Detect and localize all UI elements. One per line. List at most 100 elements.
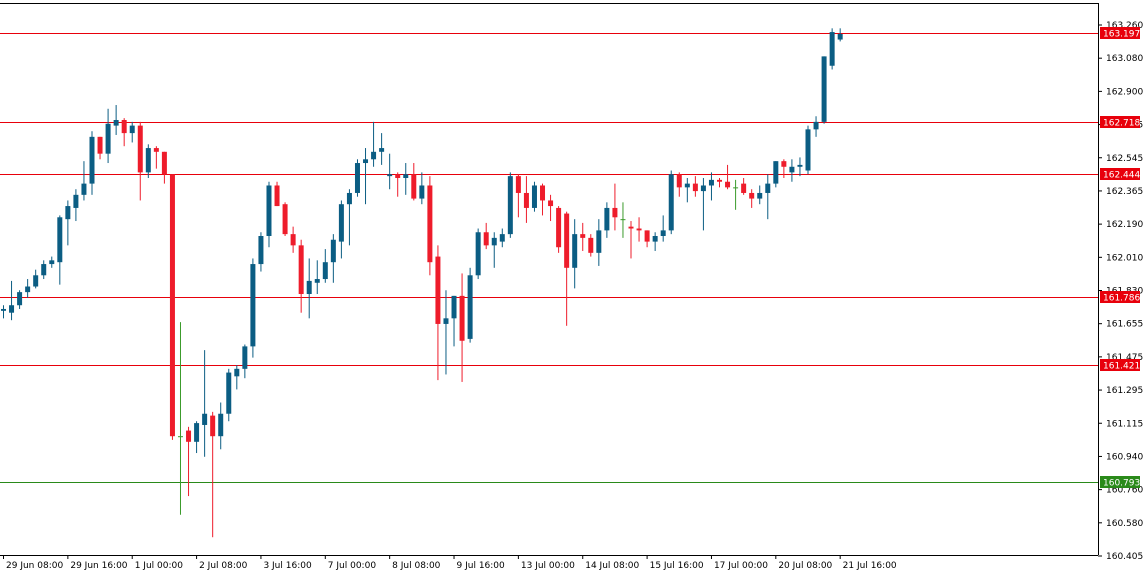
candle-body	[676, 174, 682, 188]
candle-body	[475, 232, 481, 276]
candle-body	[266, 185, 272, 236]
candle-body	[73, 194, 79, 208]
candle	[829, 28, 835, 70]
candle	[556, 206, 562, 253]
level-price-tag-label: 160.793	[1103, 479, 1140, 489]
candle-body	[25, 286, 31, 293]
candle-body	[821, 56, 827, 122]
candle-body	[515, 176, 521, 193]
time-tick-label: 8 Jul 08:00	[392, 561, 441, 571]
price-tick-label: 162.190	[1106, 220, 1143, 230]
candle	[226, 368, 232, 422]
price-tick-label: 160.580	[1106, 519, 1143, 529]
level-price-tag-label: 162.718	[1103, 119, 1140, 129]
price-tick-label: 162.900	[1106, 87, 1143, 97]
candle-body	[202, 413, 208, 425]
candle	[773, 161, 779, 188]
candle-body	[837, 33, 843, 40]
candle-body	[411, 174, 417, 199]
price-tick-label: 162.010	[1106, 253, 1143, 263]
candle-body	[97, 136, 103, 154]
level-price-tag: 161.421	[1100, 359, 1140, 372]
candle-body	[459, 295, 465, 341]
candle-body	[692, 183, 698, 192]
level-price-tag-label: 161.421	[1103, 362, 1140, 372]
candle-body	[121, 120, 127, 134]
candle	[821, 56, 827, 124]
candle-body	[668, 174, 674, 231]
candle-body	[588, 237, 594, 253]
candle-body	[556, 207, 562, 248]
candle-body	[1, 308, 6, 311]
level-price-tag: 162.718	[1100, 116, 1140, 129]
candle-body	[773, 161, 779, 184]
time-tick-label: 20 Jul 08:00	[778, 561, 832, 571]
candle-body	[612, 207, 618, 218]
level-price-tag: 161.786	[1100, 291, 1140, 304]
candle-body	[467, 275, 473, 339]
candle-body	[57, 217, 63, 263]
candle-body	[499, 234, 505, 242]
candle-body	[387, 174, 393, 177]
candle-body	[733, 187, 739, 189]
candle-body	[507, 176, 513, 235]
time-tick-label: 29 Jun 16:00	[70, 561, 127, 571]
candle-body	[322, 262, 328, 280]
candle-body	[234, 368, 240, 377]
candle-body	[354, 163, 360, 193]
price-tick-label: 161.115	[1106, 419, 1143, 429]
time-tick-label: 15 Jul 16:00	[650, 561, 704, 571]
time-tick-label: 29 Jun 08:00	[6, 561, 63, 571]
candle-body	[314, 279, 320, 283]
candle	[475, 228, 481, 280]
level-price-tag-label: 161.786	[1103, 294, 1140, 304]
candle-body	[49, 260, 55, 265]
candle-body	[620, 219, 626, 221]
candle	[507, 172, 513, 238]
candle-body	[717, 179, 723, 182]
candle-body	[749, 192, 755, 199]
candle-body	[741, 183, 747, 193]
candle-body	[483, 232, 489, 246]
candle-body	[580, 234, 586, 238]
price-tick-label: 162.545	[1106, 154, 1143, 164]
level-price-tag: 163.197	[1100, 27, 1140, 40]
candle-body	[41, 264, 47, 276]
time-tick-label: 21 Jul 16:00	[843, 561, 897, 571]
candle-body	[363, 159, 369, 164]
candle-body	[113, 120, 119, 126]
candle-body	[274, 185, 280, 207]
candle-body	[491, 237, 497, 246]
candle-body	[306, 280, 312, 294]
candle	[354, 159, 360, 197]
candle-body	[725, 181, 731, 188]
candle-body	[338, 204, 344, 242]
candle-body	[684, 183, 690, 188]
level-price-tag-label: 163.197	[1103, 30, 1140, 40]
candle-body	[757, 192, 763, 199]
candle-body	[708, 179, 714, 186]
candle-body	[65, 206, 71, 220]
candle-body	[250, 264, 256, 347]
candle-body	[540, 185, 546, 201]
candle-body	[644, 230, 650, 242]
candle-body	[548, 200, 554, 207]
candle-body	[177, 436, 183, 438]
candle	[427, 176, 433, 276]
candle-body	[813, 121, 819, 130]
candle-body	[145, 148, 151, 173]
level-price-tag: 162.444	[1100, 168, 1140, 181]
candle-body	[652, 236, 658, 242]
price-tick-label: 160.405	[1106, 552, 1143, 562]
candle-body	[636, 228, 642, 231]
candle-body	[781, 161, 787, 167]
candle-body	[572, 234, 578, 268]
candle	[467, 267, 473, 343]
candle-body	[443, 318, 449, 324]
candle-body	[129, 125, 135, 134]
candle-body	[700, 185, 706, 192]
candle-body	[379, 148, 385, 152]
candle-body	[451, 295, 457, 319]
candle-body	[596, 230, 602, 253]
candle-body	[89, 136, 95, 184]
